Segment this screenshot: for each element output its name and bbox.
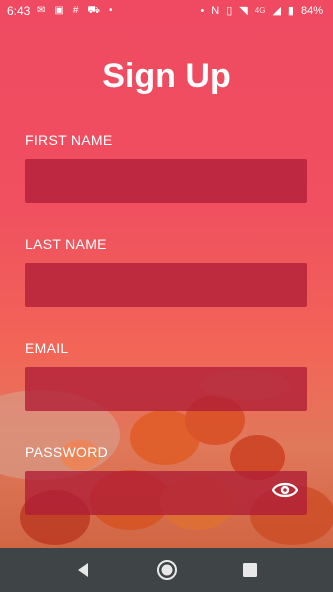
dot-icon: • [109,5,113,16]
image-icon: ▣ [54,5,64,16]
dot-icon: • [200,4,205,17]
status-time: 6:43 [7,4,31,18]
last-name-field[interactable] [25,263,307,307]
email-label: EMAIL [25,340,69,356]
password-label: PASSWORD [25,444,109,460]
first-name-label: FIRST NAME [25,132,113,148]
navigation-bar [0,548,333,592]
network-type: 4G [254,6,266,15]
sign-up-screen: 6:43 ✉ ▣ # ⛟ • • N ▯ ◥ 4G ◢ ▮ 84% Sign U… [0,0,333,592]
slack-icon: # [72,5,79,16]
mail-icon: ✉ [37,5,46,16]
nfc-icon: N [211,4,220,17]
wifi-icon: ◥ [239,5,248,17]
page-title: Sign Up [102,57,231,95]
bed-icon: ⛟ [87,5,100,16]
first-name-field[interactable] [25,159,307,203]
back-icon[interactable] [75,562,91,578]
last-name-label: LAST NAME [25,236,107,252]
status-bar: 6:43 ✉ ▣ # ⛟ • • N ▯ ◥ 4G ◢ ▮ 84% [0,0,333,24]
recents-icon[interactable] [243,563,257,577]
home-icon[interactable] [156,559,178,581]
battery-percent: 84% [300,4,323,17]
vibrate-icon: ▯ [226,5,233,17]
signal-icon: ◢ [272,5,281,17]
email-field[interactable] [25,367,307,411]
battery-icon: ▮ [287,5,294,17]
password-field[interactable] [25,471,307,515]
show-password-icon[interactable] [272,480,298,500]
